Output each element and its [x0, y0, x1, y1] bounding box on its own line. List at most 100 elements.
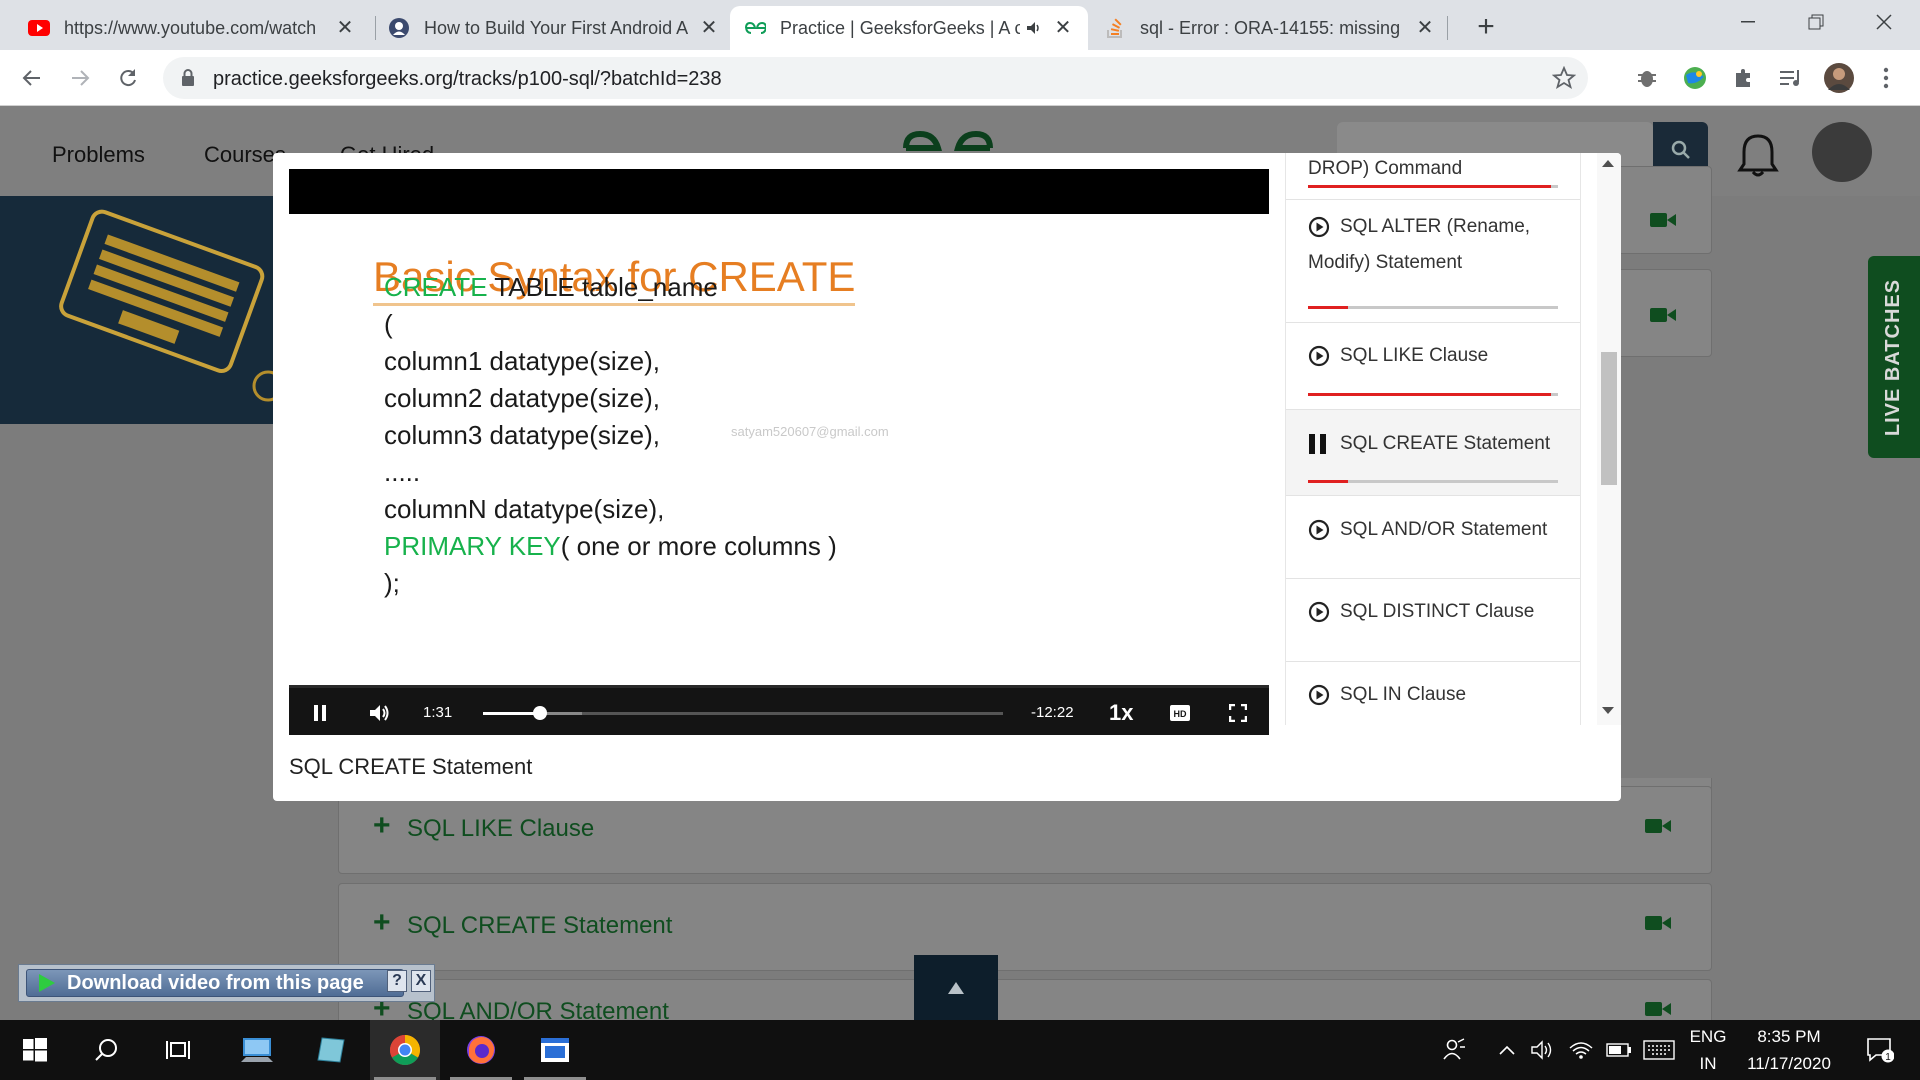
clock[interactable]: 8:35 PM 11/17/2020 [1734, 1023, 1844, 1077]
pause-button[interactable] [305, 698, 335, 728]
close-tab-icon[interactable]: ✕ [1052, 17, 1074, 39]
action-center-button[interactable]: 1 [1854, 1020, 1906, 1080]
play-arrow-icon [39, 974, 55, 992]
live-batches-tab[interactable]: LIVE BATCHES [1868, 256, 1920, 458]
site-icon [388, 17, 410, 39]
battery-icon[interactable] [1602, 1020, 1636, 1080]
seek-bar[interactable] [483, 706, 1003, 720]
input-language-indicator[interactable]: ENG IN [1686, 1023, 1730, 1077]
seek-played [483, 712, 541, 715]
taskbar-app-firefox[interactable] [446, 1020, 516, 1080]
playlist-item[interactable]: SQL ALTER (Rename, Modify) Statement [1286, 200, 1580, 323]
address-bar[interactable]: practice.geeksforgeeks.org/tracks/p100-s… [163, 57, 1588, 99]
lock-icon[interactable] [181, 69, 195, 87]
tab-stackoverflow[interactable]: sql - Error : ORA-14155: missing p ✕ [1090, 6, 1450, 50]
url-text[interactable]: practice.geeksforgeeks.org/tracks/p100-s… [213, 68, 722, 91]
scrollbar-thumb[interactable] [1601, 352, 1617, 485]
playlist-item[interactable]: SQL DISTINCT Clause [1286, 579, 1580, 662]
playlist-item-label: SQL AND/OR Statement [1340, 519, 1548, 540]
windows-logo-icon [23, 1038, 47, 1062]
playlist-item-label: SQL LIKE Clause [1340, 345, 1489, 366]
taskbar-app-window[interactable] [520, 1020, 590, 1080]
list-item[interactable]: + SQL CREATE Statement [338, 883, 1712, 971]
playlist-item-progress [1308, 480, 1558, 483]
search-icon [95, 1039, 117, 1061]
scroll-down-arrow-icon[interactable] [1602, 707, 1614, 714]
playlist-scrollbar[interactable] [1597, 153, 1621, 725]
slide-code-line: ( [384, 309, 393, 339]
taskbar-app-computer[interactable] [222, 1020, 292, 1080]
hd-quality-button[interactable]: HD [1165, 698, 1195, 728]
extension-globe-icon[interactable] [1677, 60, 1713, 96]
close-window-button[interactable] [1850, 0, 1918, 44]
expand-plus-icon[interactable]: + [373, 906, 391, 940]
reload-button[interactable] [110, 60, 146, 96]
firefox-icon [467, 1036, 495, 1064]
fullscreen-icon [1229, 704, 1247, 722]
new-tab-button[interactable]: + [1468, 10, 1504, 46]
playlist-item[interactable]: DROP) Command [1286, 153, 1580, 200]
wifi-icon[interactable] [1564, 1020, 1598, 1080]
slide-code-line: column3 datatype(size), [384, 420, 661, 450]
windows-taskbar: ENG IN 8:35 PM 11/17/2020 1 [0, 1020, 1920, 1080]
close-tab-icon[interactable]: ✕ [334, 17, 356, 39]
extensions-puzzle-icon[interactable] [1725, 60, 1761, 96]
seek-handle[interactable] [533, 706, 548, 720]
restore-button[interactable] [1782, 0, 1850, 44]
nav-problems[interactable]: Problems [52, 142, 145, 168]
back-button[interactable] [14, 60, 50, 96]
speaker-icon[interactable] [1026, 21, 1042, 35]
video-player[interactable]: Basic Syntax for CREATE CREATE TABLE tab… [289, 169, 1269, 735]
scroll-up-arrow-icon[interactable] [1602, 160, 1614, 167]
bookmark-star-icon[interactable] [1552, 66, 1576, 90]
taskbar-app-notes[interactable] [296, 1020, 366, 1080]
volume-tray-icon[interactable] [1526, 1020, 1560, 1080]
volume-button[interactable] [365, 698, 395, 728]
list-item-label[interactable]: SQL LIKE Clause [407, 815, 594, 843]
notification-bell-icon[interactable] [1736, 132, 1780, 178]
tab-youtube[interactable]: https://www.youtube.com/watch ✕ [14, 6, 370, 50]
list-item-label[interactable]: SQL CREATE Statement [407, 912, 672, 940]
playlist-item-current[interactable]: SQL CREATE Statement [1286, 410, 1580, 496]
volume-icon [370, 705, 389, 721]
playlist-item[interactable]: SQL AND/OR Statement [1286, 496, 1580, 579]
elapsed-time: 1:31 [423, 704, 453, 721]
download-close-button[interactable]: X [411, 970, 431, 992]
tab-geeksforgeeks[interactable]: Practice | GeeksforGeeks | A c ✕ [730, 6, 1088, 50]
video-camera-icon [1645, 819, 1671, 833]
task-view-button[interactable] [144, 1020, 214, 1080]
profile-avatar[interactable] [1821, 60, 1857, 96]
expand-plus-icon[interactable]: + [373, 809, 391, 843]
clock-time: 8:35 PM [1757, 1027, 1821, 1046]
taskbar-app-chrome[interactable] [370, 1020, 440, 1080]
start-button[interactable] [0, 1020, 70, 1080]
fullscreen-button[interactable] [1223, 698, 1253, 728]
browser-menu-icon[interactable] [1868, 60, 1904, 96]
playlist-item[interactable]: SQL LIKE Clause [1286, 323, 1580, 410]
video-caption: SQL CREATE Statement [289, 754, 533, 779]
download-help-button[interactable]: ? [387, 970, 407, 992]
minimize-button[interactable] [1714, 0, 1782, 44]
notification-count: 1 [1885, 1052, 1891, 1063]
tab-title: Practice | GeeksforGeeks | A c [780, 17, 1020, 38]
list-item-label[interactable]: SQL AND/OR Statement [407, 998, 669, 1020]
extension-bug-icon[interactable] [1629, 60, 1665, 96]
slide-code-line: CREATE TABLE table_name [384, 272, 718, 302]
people-icon[interactable] [1436, 1020, 1472, 1080]
tab-separator [1447, 16, 1448, 40]
close-tab-icon[interactable]: ✕ [1414, 17, 1436, 39]
user-avatar[interactable] [1812, 122, 1872, 182]
touch-keyboard-icon[interactable] [1640, 1020, 1678, 1080]
media-control-icon[interactable] [1773, 60, 1809, 96]
show-hidden-icons-chevron-icon[interactable] [1492, 1020, 1522, 1080]
list-item[interactable]: + SQL AND/OR Statement [338, 979, 1712, 1020]
playback-rate-button[interactable]: 1x [1109, 700, 1133, 726]
forward-button[interactable] [62, 60, 98, 96]
download-video-button[interactable]: Download video from this page [26, 969, 404, 997]
scroll-to-top-button[interactable] [914, 955, 998, 1020]
slide-code-line: columnN datatype(size), [384, 494, 665, 524]
tab-android[interactable]: How to Build Your First Android A ✕ [374, 6, 734, 50]
search-button[interactable] [72, 1020, 142, 1080]
close-tab-icon[interactable]: ✕ [698, 17, 720, 39]
playlist-item[interactable]: SQL IN Clause [1286, 662, 1580, 725]
